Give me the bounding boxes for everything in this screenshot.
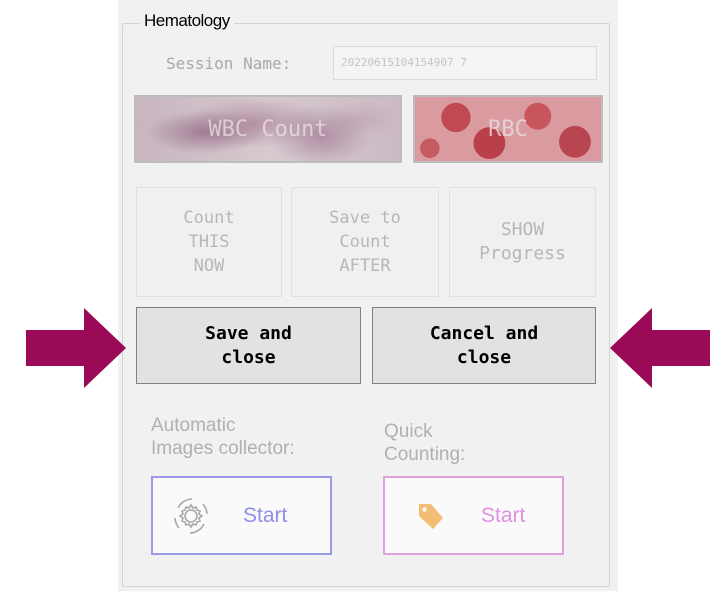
rbc-image-button[interactable]: RBC [413, 95, 603, 163]
group-title: Hematology [140, 11, 234, 31]
session-name-label: Session Name: [166, 54, 292, 73]
save-to-count-after-button[interactable]: Save to Count AFTER [291, 187, 439, 297]
quick-counting-label: Quick Counting: [384, 421, 466, 465]
arrow-right-icon [26, 308, 126, 388]
count-now-button[interactable]: Count THIS NOW [136, 187, 282, 297]
cancel-and-close-button[interactable]: Cancel and close [372, 307, 596, 384]
session-name-field[interactable]: 20220615104154907 7 [333, 46, 597, 80]
automatic-images-collector-label: Automatic Images collector: [151, 415, 295, 459]
collector-start-label: Start [243, 503, 288, 527]
collector-start-button[interactable]: Start [151, 476, 332, 555]
save-and-close-button[interactable]: Save and close [136, 307, 361, 384]
wbc-count-image-button[interactable]: WBC Count [134, 95, 402, 163]
quick-counting-start-label: Start [481, 503, 526, 527]
tag-icon [419, 503, 443, 529]
gear-cycle-icon [174, 497, 208, 534]
rbc-label: RBC [488, 116, 528, 142]
wbc-count-label: WBC Count [208, 116, 328, 142]
quick-counting-start-button[interactable]: Start [383, 476, 564, 555]
arrow-left-icon [610, 308, 710, 388]
show-progress-button[interactable]: SHOW Progress [449, 187, 596, 297]
